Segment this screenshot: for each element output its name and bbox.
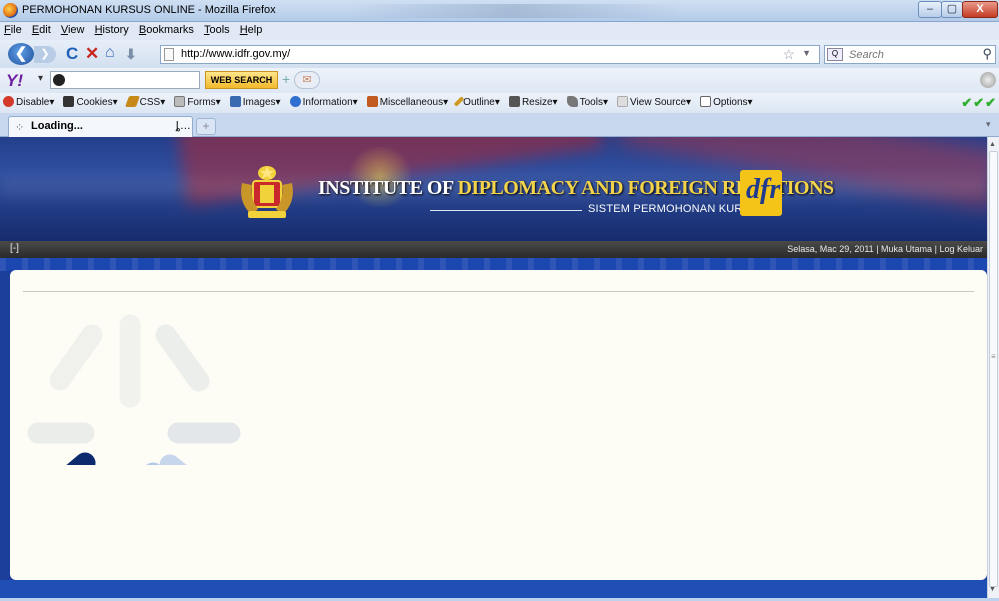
tab-loading[interactable]: ⁘ Loading... ȴ… [8, 116, 193, 137]
menu-file[interactable]: File [0, 22, 25, 36]
bookmark-star-icon[interactable]: ☆ [782, 46, 795, 63]
dev-cookies-menu[interactable]: Cookies▾ [60, 93, 120, 108]
loading-spinner-icon [27, 314, 241, 465]
new-tab-button[interactable]: + [196, 118, 216, 135]
disable-icon [3, 96, 14, 107]
url-bar[interactable]: http://www.idfr.gov.my/ ☆ ▼ [160, 45, 820, 64]
dev-tools-menu[interactable]: Tools▾ [564, 93, 611, 108]
search-engine-icon[interactable]: Q [827, 48, 843, 61]
reload-icon[interactable]: C [66, 44, 78, 64]
footer-band [0, 580, 987, 598]
stop-icon[interactable]: ✕ [85, 44, 99, 64]
logout-link[interactable]: Log Keluar [939, 244, 983, 254]
search-icon[interactable]: ⚲ [982, 46, 992, 62]
web-search-button[interactable]: WEB SEARCH [205, 71, 278, 89]
minimize-button[interactable]: – [918, 1, 942, 18]
css-icon [124, 96, 140, 107]
url-dropdown-icon[interactable]: ▼ [802, 48, 811, 58]
close-window-button[interactable]: X [962, 1, 998, 18]
dev-images-menu[interactable]: Images▾ [227, 93, 284, 108]
search-bar[interactable]: Q ⚲ [824, 45, 996, 64]
header-links: Selasa, Mac 29, 2011 | Muka Utama | Log … [787, 244, 983, 254]
scroll-up-arrow-icon[interactable]: ▲ [989, 141, 996, 148]
tools-icon [566, 96, 578, 107]
dev-css-menu[interactable]: CSS▾ [124, 93, 169, 108]
forms-icon [174, 96, 186, 107]
images-icon [229, 96, 241, 107]
institute-title-plain: INSTITUTE OF [318, 177, 453, 199]
separator: | [934, 244, 937, 254]
current-date: Selasa, Mac 29, 2011 [787, 244, 874, 254]
scroll-down-arrow-icon[interactable]: ▼ [989, 586, 996, 593]
title-divider [430, 210, 582, 211]
separator: | [876, 244, 879, 254]
options-icon [700, 96, 712, 107]
yahoo-dropdown-icon[interactable]: ▾ [38, 73, 43, 84]
yahoo-search-icon [53, 74, 65, 86]
vertical-scrollbar[interactable]: ▲ ≡ ▼ [987, 137, 999, 598]
url-text[interactable]: http://www.idfr.gov.my/ [181, 48, 290, 60]
dev-view-source-menu[interactable]: View Source▾ [614, 93, 694, 108]
forward-button[interactable]: ❯ [34, 46, 56, 63]
dev-forms-menu[interactable]: Forms▾ [171, 93, 223, 108]
view-source-icon [617, 96, 629, 107]
scrollbar-grip-icon: ≡ [991, 352, 996, 361]
yahoo-toolbar: Y! ▾ WEB SEARCH + ✉ [0, 68, 999, 93]
mail-icon[interactable]: ✉ [294, 71, 320, 89]
maximize-button[interactable]: ▢ [941, 1, 963, 18]
yahoo-search-input[interactable] [50, 71, 200, 89]
validation-check-icons: ✔✔✔ [961, 95, 997, 110]
dev-disable-menu[interactable]: Disable▾ [0, 93, 57, 108]
tab-list-icon[interactable]: ▾ [986, 119, 991, 130]
tab-label: Loading... [31, 120, 83, 132]
add-icon[interactable]: + [282, 71, 290, 87]
tab-loading-spinner-icon: ⁘ [15, 122, 25, 134]
cookies-icon [63, 96, 75, 107]
miscellaneous-icon [366, 96, 378, 107]
idfr-logo: dfr [740, 170, 782, 216]
resize-icon [508, 96, 520, 107]
yahoo-logo[interactable]: Y! [6, 71, 23, 91]
download-icon[interactable]: ⬇ [125, 46, 137, 63]
menu-tools[interactable]: Tools [200, 22, 233, 36]
page-icon [164, 48, 174, 61]
information-icon [289, 96, 301, 107]
gear-icon[interactable] [980, 72, 996, 88]
menu-bookmarks[interactable]: Bookmarks [135, 22, 197, 36]
menu-history[interactable]: History [91, 22, 132, 36]
web-developer-toolbar: Disable▾ Cookies▾ CSS▾ Forms▾ Images▾ In… [0, 93, 999, 113]
blurred-title-area [350, 4, 680, 18]
tab-close-icon[interactable]: ȴ… [176, 120, 191, 132]
menu-help[interactable]: Help [236, 22, 266, 36]
back-button[interactable]: ❮ [8, 43, 34, 65]
dev-options-menu[interactable]: Options▾ [697, 93, 755, 108]
dev-miscellaneous-menu[interactable]: Miscellaneous▾ [364, 93, 451, 108]
menu-view[interactable]: View [57, 22, 88, 36]
dev-information-menu[interactable]: Information▾ [287, 93, 361, 108]
dev-outline-menu[interactable]: Outline▾ [453, 93, 503, 108]
home-link[interactable]: Muka Utama [881, 244, 932, 254]
menu-bar: File Edit View History Bookmarks Tools H… [0, 22, 999, 40]
search-input[interactable] [849, 47, 969, 62]
scrollbar-thumb[interactable] [989, 151, 998, 587]
window-titlebar: PERMOHONAN KURSUS ONLINE - Mozilla Firef… [0, 0, 999, 22]
firefox-icon [3, 3, 18, 18]
dev-resize-menu[interactable]: Resize▾ [506, 93, 561, 108]
menu-edit[interactable]: Edit [28, 22, 54, 36]
tab-strip: ⁘ Loading... ȴ… + ▾ [0, 113, 999, 137]
idfr-logo-mark: dfr [746, 174, 781, 205]
navigation-toolbar: ❮ ❯ C ✕ ⌂ ⬇ http://www.idfr.gov.my/ ☆ ▼ … [0, 40, 999, 68]
window-title: PERMOHONAN KURSUS ONLINE - Mozilla Firef… [22, 4, 276, 16]
home-icon[interactable]: ⌂ [105, 44, 115, 62]
